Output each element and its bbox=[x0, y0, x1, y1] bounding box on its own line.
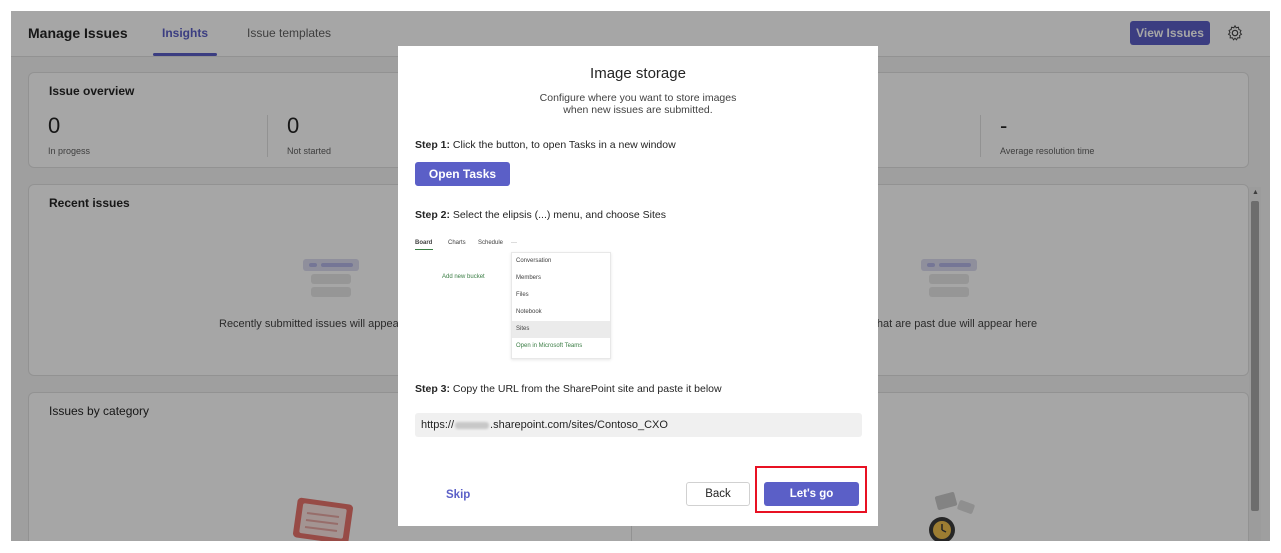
highlight-box bbox=[755, 466, 867, 513]
preview-menu-item: Members bbox=[516, 275, 542, 281]
step-1-label: Step 1: bbox=[415, 139, 451, 151]
step-1-text: Step 1: Click the button, to open Tasks … bbox=[415, 139, 676, 151]
preview-ellipsis-icon: ··· bbox=[511, 240, 517, 246]
preview-tab-board: Board bbox=[415, 240, 433, 246]
dialog-subtitle-line: when new issues are submitted. bbox=[563, 104, 713, 116]
url-suffix: .sharepoint.com/sites/Contoso_CXO bbox=[490, 419, 668, 431]
preview-menu-item: Notebook bbox=[516, 309, 542, 315]
step-3-text: Step 3: Copy the URL from the SharePoint… bbox=[415, 383, 722, 395]
step-3-label: Step 3: bbox=[415, 383, 451, 395]
preview-menu-item: Conversation bbox=[516, 258, 552, 264]
dialog-subtitle: Configure where you want to store images… bbox=[508, 92, 768, 116]
sharepoint-url-input[interactable]: https:// .sharepoint.com/sites/Contoso_C… bbox=[415, 413, 862, 437]
preview-menu-item-sites: Sites bbox=[512, 321, 610, 338]
preview-tab-underline bbox=[415, 249, 433, 250]
preview-menu-item: Files bbox=[516, 292, 529, 298]
step-1-instruction: Click the button, to open Tasks in a new… bbox=[450, 139, 676, 151]
tasks-menu-preview-image: Board Charts Schedule ··· Add new bucket… bbox=[415, 238, 615, 360]
preview-tab-charts: Charts bbox=[448, 240, 466, 246]
preview-menu-item: Open in Microsoft Teams bbox=[516, 343, 583, 349]
step-2-text: Step 2: Select the elipsis (...) menu, a… bbox=[415, 209, 666, 221]
preview-tab-schedule: Schedule bbox=[478, 240, 504, 246]
skip-button[interactable]: Skip bbox=[446, 489, 470, 501]
open-tasks-button[interactable]: Open Tasks bbox=[415, 162, 510, 186]
step-2-label: Step 2: bbox=[415, 209, 451, 221]
step-3-instruction: Copy the URL from the SharePoint site an… bbox=[450, 383, 722, 395]
redacted-tenant bbox=[455, 421, 490, 429]
url-prefix: https:// bbox=[421, 419, 455, 431]
image-storage-dialog: Image storage Configure where you want t… bbox=[398, 46, 878, 526]
dialog-subtitle-line: Configure where you want to store images bbox=[539, 92, 737, 104]
back-button[interactable]: Back bbox=[686, 482, 750, 506]
preview-dropdown-menu: Conversation Members Files Notebook Site… bbox=[511, 252, 611, 359]
dialog-title: Image storage bbox=[590, 65, 686, 82]
preview-add-bucket: Add new bucket bbox=[442, 274, 485, 280]
step-2-instruction: Select the elipsis (...) menu, and choos… bbox=[450, 209, 666, 221]
